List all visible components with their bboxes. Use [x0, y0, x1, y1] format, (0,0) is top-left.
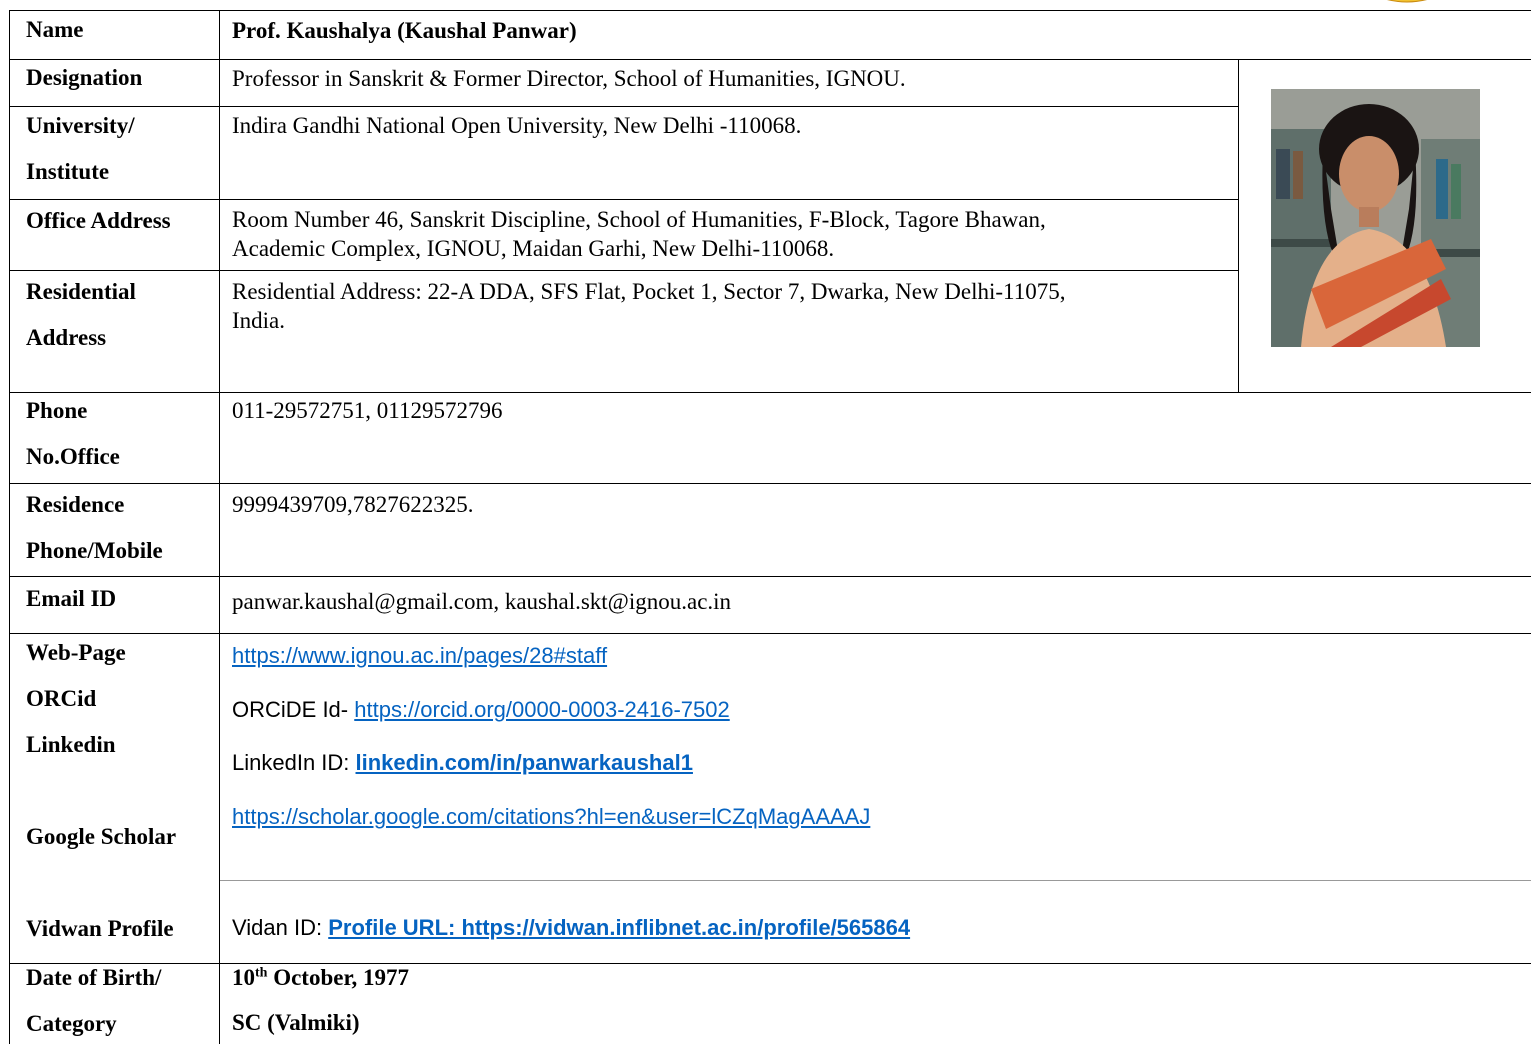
profile-table: Name Prof. Kaushalya (Kaushal Panwar) De… [0, 0, 1531, 1044]
person-photo-icon [1271, 89, 1480, 347]
email-label: Email ID [26, 586, 117, 611]
residential-label-line1: Residential [26, 279, 136, 304]
vidwan-prefix: Vidan ID: [232, 915, 329, 940]
university-label-line1: University/ [26, 113, 135, 138]
phone-office-value: 011-29572751, 01129572796 [232, 398, 503, 423]
name-value: Prof. Kaushalya (Kaushal Panwar) [232, 18, 577, 43]
office-address-line1: Room Number 46, Sanskrit Discipline, Sch… [232, 207, 1046, 232]
university-label-line2: Institute [26, 159, 110, 184]
category-value: SC (Valmiki) [232, 1010, 360, 1035]
vidwan-link[interactable]: Profile URL: https://vidwan.inflibnet.ac… [328, 915, 910, 940]
google-scholar-label: Google Scholar [26, 824, 177, 849]
name-label: Name [26, 17, 84, 42]
dob-suffix: th [255, 965, 268, 981]
designation-value: Professor in Sanskrit & Former Director,… [232, 66, 906, 91]
orcid-prefix: ORCiDE Id- [232, 697, 355, 722]
phone-office-label-line1: Phone [26, 398, 88, 423]
dob-label-line2: Category [26, 1011, 117, 1036]
phone-office-label-line2: No.Office [26, 444, 120, 469]
linkedin-label: Linkedin [26, 732, 116, 757]
linkedin-prefix: LinkedIn ID: [232, 750, 356, 775]
residence-phone-label-line1: Residence [26, 492, 125, 517]
dob-label-line1: Date of Birth/ [26, 965, 162, 990]
emblem-icon [1387, 0, 1427, 3]
residential-address-line2: India. [232, 308, 286, 333]
webpage-link[interactable]: https://www.ignou.ac.in/pages/28#staff [232, 643, 607, 668]
office-address-line2: Academic Complex, IGNOU, Maidan Garhi, N… [232, 236, 835, 261]
dob-value: 10th October, 1977 [232, 964, 409, 992]
webpage-label: Web-Page [26, 640, 126, 665]
orcid-label: ORCid [26, 686, 97, 711]
dob-rest: October, 1977 [267, 965, 410, 990]
university-value: Indira Gandhi National Open University, … [232, 113, 802, 138]
office-address-label: Office Address [26, 208, 171, 233]
person-photo [1271, 89, 1480, 347]
residence-phone-value: 9999439709,7827622325. [232, 492, 474, 517]
designation-label: Designation [26, 65, 143, 90]
residential-label-line2: Address [26, 325, 107, 350]
orcid-link[interactable]: https://orcid.org/0000-0003-2416-7502 [354, 697, 729, 722]
google-scholar-link[interactable]: https://scholar.google.com/citations?hl=… [232, 804, 870, 829]
linkedin-link[interactable]: linkedin.com/in/panwarkaushal1 [356, 750, 693, 775]
email-value: panwar.kaushal@gmail.com, kaushal.skt@ig… [232, 589, 732, 614]
vidwan-label: Vidwan Profile [26, 916, 174, 941]
residence-phone-label-line2: Phone/Mobile [26, 538, 163, 563]
dob-day: 10 [232, 965, 255, 990]
residential-address-line1: Residential Address: 22-A DDA, SFS Flat,… [232, 279, 1066, 304]
